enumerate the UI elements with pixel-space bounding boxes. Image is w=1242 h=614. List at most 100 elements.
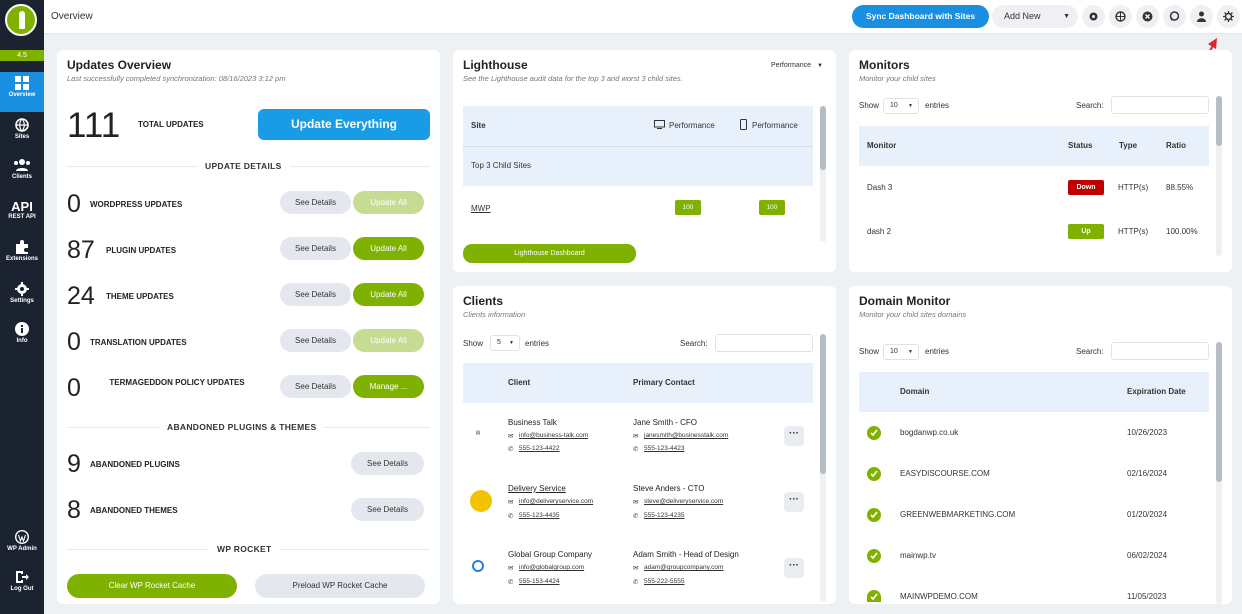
abandoned-themes-label: ABANDONED THEMES <box>90 506 178 515</box>
divider <box>463 146 813 147</box>
mobile-icon <box>740 119 747 130</box>
contact-name: Steve Anders - CTO <box>633 484 705 493</box>
sidebar-item-rest-api[interactable]: API REST API <box>0 196 44 236</box>
preload-cache-button[interactable]: Preload WP Rocket Cache <box>255 574 425 598</box>
col-type[interactable]: Type <box>1119 141 1137 150</box>
search-input[interactable] <box>715 334 813 352</box>
contact-phone[interactable]: 555-123-4423 <box>644 445 684 452</box>
update-all-button[interactable]: Update All <box>353 237 424 260</box>
see-details-button[interactable]: See Details <box>280 283 351 306</box>
sidebar-item-overview[interactable]: Overview <box>0 72 44 112</box>
client-email[interactable]: info@deliveryservice.com <box>519 498 593 505</box>
lighthouse-dashboard-button[interactable]: Lighthouse Dashboard <box>463 244 636 263</box>
globe-icon <box>15 118 29 132</box>
entries-select[interactable]: 10 ▼ <box>883 98 919 114</box>
envelope-icon: ✉ <box>508 565 514 572</box>
expiration-date: 10/26/2023 <box>1127 428 1168 437</box>
user-button[interactable] <box>1190 5 1213 28</box>
site-link[interactable]: MWP <box>471 204 491 213</box>
theme-updates-label: THEME UPDATES <box>106 292 174 301</box>
client-phone[interactable]: 555-123-4435 <box>519 512 559 519</box>
scrollbar[interactable] <box>820 106 826 242</box>
entries-label: entries <box>925 347 950 356</box>
client-email[interactable]: info@business-talk.com <box>519 432 588 439</box>
update-all-button[interactable]: Update All <box>353 283 424 306</box>
termageddon-updates-label: TERMAGEDDON POLICY UPDATES <box>109 378 245 387</box>
close-button[interactable] <box>1136 5 1159 28</box>
mobile-score-badge: 100 <box>759 200 785 215</box>
envelope-icon: ✉ <box>508 433 514 440</box>
mainwp-logo[interactable] <box>5 4 37 36</box>
updates-overview-card: Updates Overview Last successfully compl… <box>57 50 440 604</box>
col-ratio[interactable]: Ratio <box>1166 141 1186 150</box>
lighthouse-subtitle: See the Lighthouse audit data for the to… <box>463 74 683 83</box>
entries-label: entries <box>925 101 950 110</box>
sidebar-item-settings[interactable]: Settings <box>0 278 44 318</box>
client-phone[interactable]: 555-153-4424 <box>519 578 559 585</box>
contact-email[interactable]: janesmith@businesstalk.com <box>644 432 728 439</box>
col-client[interactable]: Client <box>508 378 530 387</box>
entries-select[interactable]: 5 ▼ <box>490 335 520 351</box>
add-new-dropdown[interactable]: Add New ▼ <box>992 5 1078 28</box>
col-expiration-date[interactable]: Expiration Date <box>1127 387 1186 396</box>
update-all-button[interactable]: Update All <box>353 329 424 352</box>
version-badge: 4.5 <box>0 50 44 61</box>
search-input[interactable] <box>1111 342 1209 360</box>
scrollbar[interactable] <box>1216 342 1222 604</box>
see-details-button[interactable]: See Details <box>280 191 351 214</box>
translation-updates-label: TRANSLATION UPDATES <box>90 338 187 347</box>
contact-phone[interactable]: 555-123-4235 <box>644 512 684 519</box>
scrollbar[interactable] <box>820 334 826 602</box>
see-details-button[interactable]: See Details <box>280 329 351 352</box>
row-actions-button[interactable]: ··· <box>784 426 804 446</box>
check-circle-icon <box>867 467 881 481</box>
sidebar-item-clients[interactable]: Clients <box>0 154 44 194</box>
sync-dashboard-button[interactable]: Sync Dashboard with Sites <box>852 5 989 28</box>
col-primary-contact[interactable]: Primary Contact <box>633 378 695 387</box>
domain-name: bogdanwp.co.uk <box>900 428 959 437</box>
update-everything-button[interactable]: Update Everything <box>258 109 430 140</box>
globe-icon <box>1115 11 1126 22</box>
update-details-heading: UPDATE DETAILS <box>197 161 290 171</box>
sidebar-item-wp-admin[interactable]: WP Admin <box>0 526 44 566</box>
search-input[interactable] <box>1111 96 1209 114</box>
sign-out-icon <box>16 571 29 583</box>
info-icon <box>15 322 29 336</box>
see-details-button[interactable]: See Details <box>280 237 351 260</box>
widgets-button[interactable] <box>1217 5 1240 28</box>
client-name[interactable]: Delivery Service <box>508 484 566 493</box>
performance-dropdown[interactable]: Performance ▼ <box>771 62 823 69</box>
translation-updates-count: 0 <box>67 328 81 356</box>
lighthouse-title: Lighthouse <box>463 58 528 72</box>
see-details-button[interactable]: See Details <box>351 498 424 521</box>
comment-button[interactable] <box>1163 5 1186 28</box>
settings-button[interactable] <box>1082 5 1105 28</box>
sidebar-item-extensions[interactable]: Extensions <box>0 236 44 276</box>
clear-cache-button[interactable]: Clear WP Rocket Cache <box>67 574 237 598</box>
contact-name: Jane Smith - CFO <box>633 418 698 427</box>
cog-widget-icon <box>1223 11 1234 22</box>
client-email[interactable]: info@globalgroup.com <box>519 564 584 571</box>
col-domain[interactable]: Domain <box>900 387 929 396</box>
see-details-button[interactable]: See Details <box>351 452 424 475</box>
row-actions-button[interactable]: ··· <box>784 492 804 512</box>
client-phone[interactable]: 555-123-4422 <box>519 445 559 452</box>
col-site: Site <box>471 121 486 130</box>
col-monitor[interactable]: Monitor <box>867 141 896 150</box>
update-all-button[interactable]: Update All <box>353 191 424 214</box>
sidebar-item-log-out[interactable]: Log Out <box>0 566 44 606</box>
domain-name: MAINWPDEMO.COM <box>900 592 978 601</box>
contact-email[interactable]: steve@deliveryservice.com <box>644 498 723 505</box>
total-updates-label: TOTAL UPDATES <box>138 120 204 129</box>
sidebar-item-info[interactable]: Info <box>0 318 44 358</box>
sidebar-item-sites[interactable]: Sites <box>0 114 44 154</box>
entries-select[interactable]: 10 ▼ <box>883 344 919 360</box>
col-status[interactable]: Status <box>1068 141 1092 150</box>
manage-button[interactable]: Manage ... <box>353 375 424 398</box>
globe-button[interactable] <box>1109 5 1132 28</box>
row-actions-button[interactable]: ··· <box>784 558 804 578</box>
see-details-button[interactable]: See Details <box>280 375 351 398</box>
scrollbar[interactable] <box>1216 96 1222 256</box>
contact-email[interactable]: adam@groupcompany.com <box>644 564 723 571</box>
contact-phone[interactable]: 555-222-5555 <box>644 578 684 585</box>
